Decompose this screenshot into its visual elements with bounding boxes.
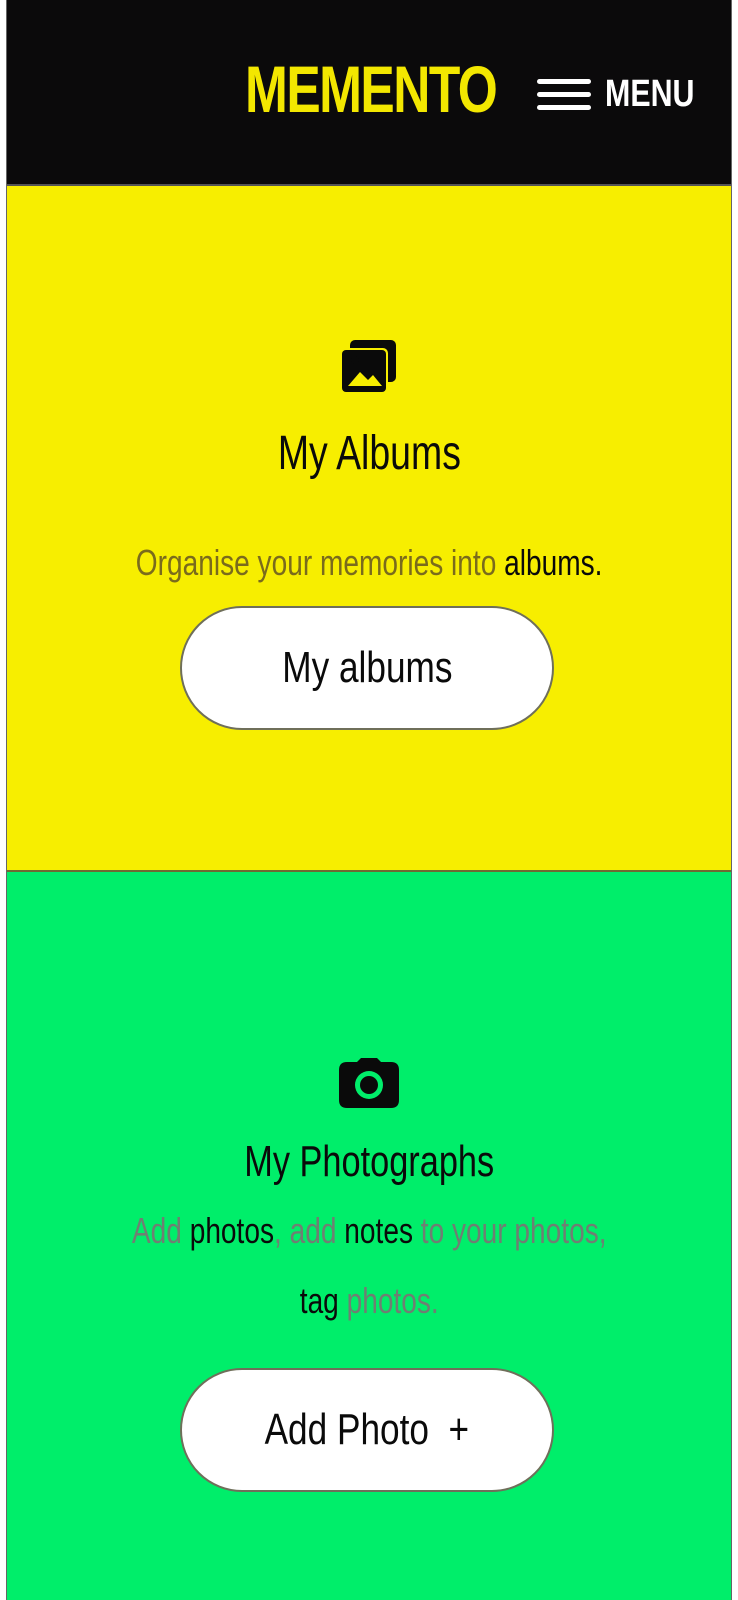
photos-description: Add photos, add notes to your photos, ta… — [131, 1210, 607, 1321]
menu-label: MENU — [605, 73, 695, 115]
my-albums-button-label: My albums — [281, 643, 453, 692]
albums-title: My Albums — [277, 427, 461, 480]
hamburger-icon — [537, 74, 591, 114]
logo[interactable]: MEMENTO — [245, 52, 498, 126]
top-bar: MEMENTO MENU — [7, 0, 731, 186]
images-icon — [340, 340, 396, 394]
add-photo-button[interactable]: Add Photo + — [180, 1368, 554, 1492]
albums-section: My Albums Organise your memories into al… — [7, 186, 731, 872]
app-frame: MEMENTO MENU My Albums Organise your mem… — [6, 0, 732, 1600]
menu-button[interactable]: MENU — [537, 64, 717, 124]
albums-description: Organise your memories into albums. — [135, 542, 603, 583]
photos-section: My Photographs Add photos, add notes to … — [7, 872, 731, 1600]
add-photo-button-label: Add Photo + — [264, 1405, 470, 1454]
photos-title: My Photographs — [244, 1137, 494, 1186]
my-albums-button[interactable]: My albums — [180, 606, 554, 730]
camera-icon — [339, 1058, 399, 1108]
